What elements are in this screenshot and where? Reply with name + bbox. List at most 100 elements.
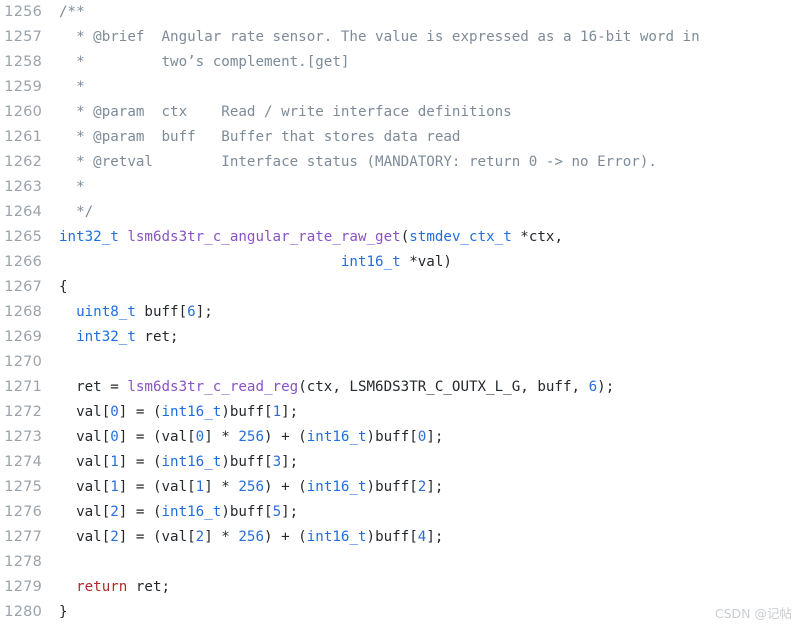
code-token-comment: * @param ctx Read / write interface defi…	[59, 104, 512, 120]
code-token-plain: ] = (val[	[118, 529, 196, 545]
code-token-plain: (	[400, 229, 410, 245]
code-line[interactable]: 1264 */	[0, 200, 806, 225]
code-token-number: 256	[238, 529, 265, 545]
line-number: 1277	[4, 529, 42, 545]
line-content: *	[42, 175, 806, 200]
code-line[interactable]: 1276 val[2] = (int16_t)buff[5];	[0, 500, 806, 525]
line-content: * @retval Interface status (MANDATORY: r…	[42, 150, 806, 175]
code-token-plain: ret;	[135, 329, 179, 345]
code-token-plain: ) + (	[264, 429, 307, 445]
code-token-number: 256	[238, 429, 265, 445]
code-token-type: int16_t	[161, 504, 222, 520]
code-token-number: 3	[272, 454, 282, 470]
code-line[interactable]: 1270	[0, 350, 806, 375]
code-line[interactable]: 1278	[0, 550, 806, 575]
code-token-comment: *	[59, 79, 85, 95]
code-line[interactable]: 1275 val[1] = (val[1] * 256) + (int16_t)…	[0, 475, 806, 500]
code-line[interactable]: 1268 uint8_t buff[6];	[0, 300, 806, 325]
code-line[interactable]: 1263 *	[0, 175, 806, 200]
code-token-number: 0	[110, 429, 119, 445]
code-token-type: int32_t	[76, 329, 136, 345]
code-line[interactable]: 1265 int32_t lsm6ds3tr_c_angular_rate_raw…	[0, 225, 806, 250]
code-token-number: 1	[195, 479, 205, 495]
code-token-type: int16_t	[161, 404, 222, 420]
line-number: 1261	[4, 129, 42, 145]
code-line[interactable]: 1256 /**	[0, 0, 806, 25]
line-number: 1276	[4, 504, 42, 520]
code-token-plain: ret =	[59, 379, 128, 395]
code-token-type: uint8_t	[76, 304, 136, 320]
code-token-number: 0	[110, 404, 119, 420]
code-token-plain: ];	[281, 404, 299, 420]
code-line[interactable]: 1266 int16_t *val)	[0, 250, 806, 275]
line-content: return ret;	[42, 575, 806, 600]
code-line[interactable]: 1260 * @param ctx Read / write interface…	[0, 100, 806, 125]
line-number: 1258	[4, 54, 42, 70]
code-token-type: int16_t	[340, 254, 401, 270]
code-line-list: 1256/** 1257 * @brief Angular rate sensor…	[0, 0, 806, 625]
code-token-plain: ] = (val[	[118, 429, 196, 445]
code-token-type: int16_t	[306, 479, 367, 495]
code-line[interactable]: 1272 val[0] = (int16_t)buff[1];	[0, 400, 806, 425]
code-viewer[interactable]: 1256/** 1257 * @brief Angular rate sensor…	[0, 0, 806, 630]
code-token-func: lsm6ds3tr_c_angular_rate_raw_get	[127, 229, 401, 245]
code-token-type: int16_t	[161, 454, 222, 470]
watermark-label: CSDN @记帖	[714, 606, 792, 621]
code-token-plain: ret;	[127, 579, 171, 595]
code-line[interactable]: 1258 * two’s complement.[get]	[0, 50, 806, 75]
code-token-plain: )buff[	[366, 429, 418, 445]
code-token-type: int32_t	[59, 229, 119, 245]
line-number: 1269	[4, 329, 42, 345]
code-token-comment: *	[59, 179, 85, 195]
code-line[interactable]: 1273 val[0] = (val[0] * 256) + (int16_t)…	[0, 425, 806, 450]
code-token-plain: ) + (	[264, 479, 307, 495]
line-number: 1267	[4, 279, 42, 295]
code-token-plain: *ctx,	[511, 229, 563, 245]
code-token-plain: ];	[426, 429, 444, 445]
code-token-comment: * @retval Interface status (MANDATORY: r…	[59, 154, 657, 170]
code-token-plain: val[	[59, 454, 111, 470]
code-token-plain: buff[	[135, 304, 188, 320]
code-token-plain: )buff[	[366, 529, 418, 545]
code-token-number: 0	[195, 429, 205, 445]
code-line[interactable]: 1277 val[2] = (val[2] * 256) + (int16_t)…	[0, 525, 806, 550]
code-line[interactable]: 1262 * @retval Interface status (MANDATO…	[0, 150, 806, 175]
code-token-plain: val[	[59, 504, 111, 520]
code-line[interactable]: 1257 * @brief Angular rate sensor. The v…	[0, 25, 806, 50]
code-token-plain: ] *	[204, 529, 239, 545]
code-token-plain: ];	[281, 454, 299, 470]
code-token-number: 5	[272, 504, 282, 520]
line-number: 1262	[4, 154, 42, 170]
line-content: * @param buff Buffer that stores data re…	[42, 125, 806, 150]
line-number: 1260	[4, 104, 42, 120]
line-number: 1272	[4, 404, 42, 420]
line-content: }	[42, 600, 806, 625]
code-line[interactable]: 1269 int32_t ret;	[0, 325, 806, 350]
code-token-plain: )buff[	[221, 504, 273, 520]
code-line[interactable]: 1259 *	[0, 75, 806, 100]
code-line[interactable]: 1280}	[0, 600, 806, 625]
code-token-plain: }	[59, 604, 68, 620]
code-token-plain: *val)	[400, 254, 452, 270]
line-content	[42, 350, 806, 375]
code-token-type: int16_t	[306, 429, 367, 445]
code-token-comment: * @param buff Buffer that stores data re…	[59, 129, 461, 145]
code-line[interactable]: 1274 val[1] = (int16_t)buff[3];	[0, 450, 806, 475]
line-content: int16_t *val)	[42, 250, 806, 275]
code-line[interactable]: 1261 * @param buff Buffer that stores da…	[0, 125, 806, 150]
code-line[interactable]: 1271 ret = lsm6ds3tr_c_read_reg(ctx, LSM…	[0, 375, 806, 400]
code-token-plain: ] *	[204, 479, 239, 495]
code-line[interactable]: 1279 return ret;	[0, 575, 806, 600]
line-content: val[2] = (int16_t)buff[5];	[42, 500, 806, 525]
line-content: ret = lsm6ds3tr_c_read_reg(ctx, LSM6DS3T…	[42, 375, 806, 400]
line-content	[42, 550, 806, 575]
code-token-comment: * two’s complement.[get]	[59, 54, 350, 70]
code-token-number: 2	[110, 504, 119, 520]
code-token-comment: /**	[59, 4, 85, 20]
line-content: val[1] = (val[1] * 256) + (int16_t)buff[…	[42, 475, 806, 500]
code-line[interactable]: 1267 {	[0, 275, 806, 300]
code-token-number: 6	[187, 304, 196, 320]
